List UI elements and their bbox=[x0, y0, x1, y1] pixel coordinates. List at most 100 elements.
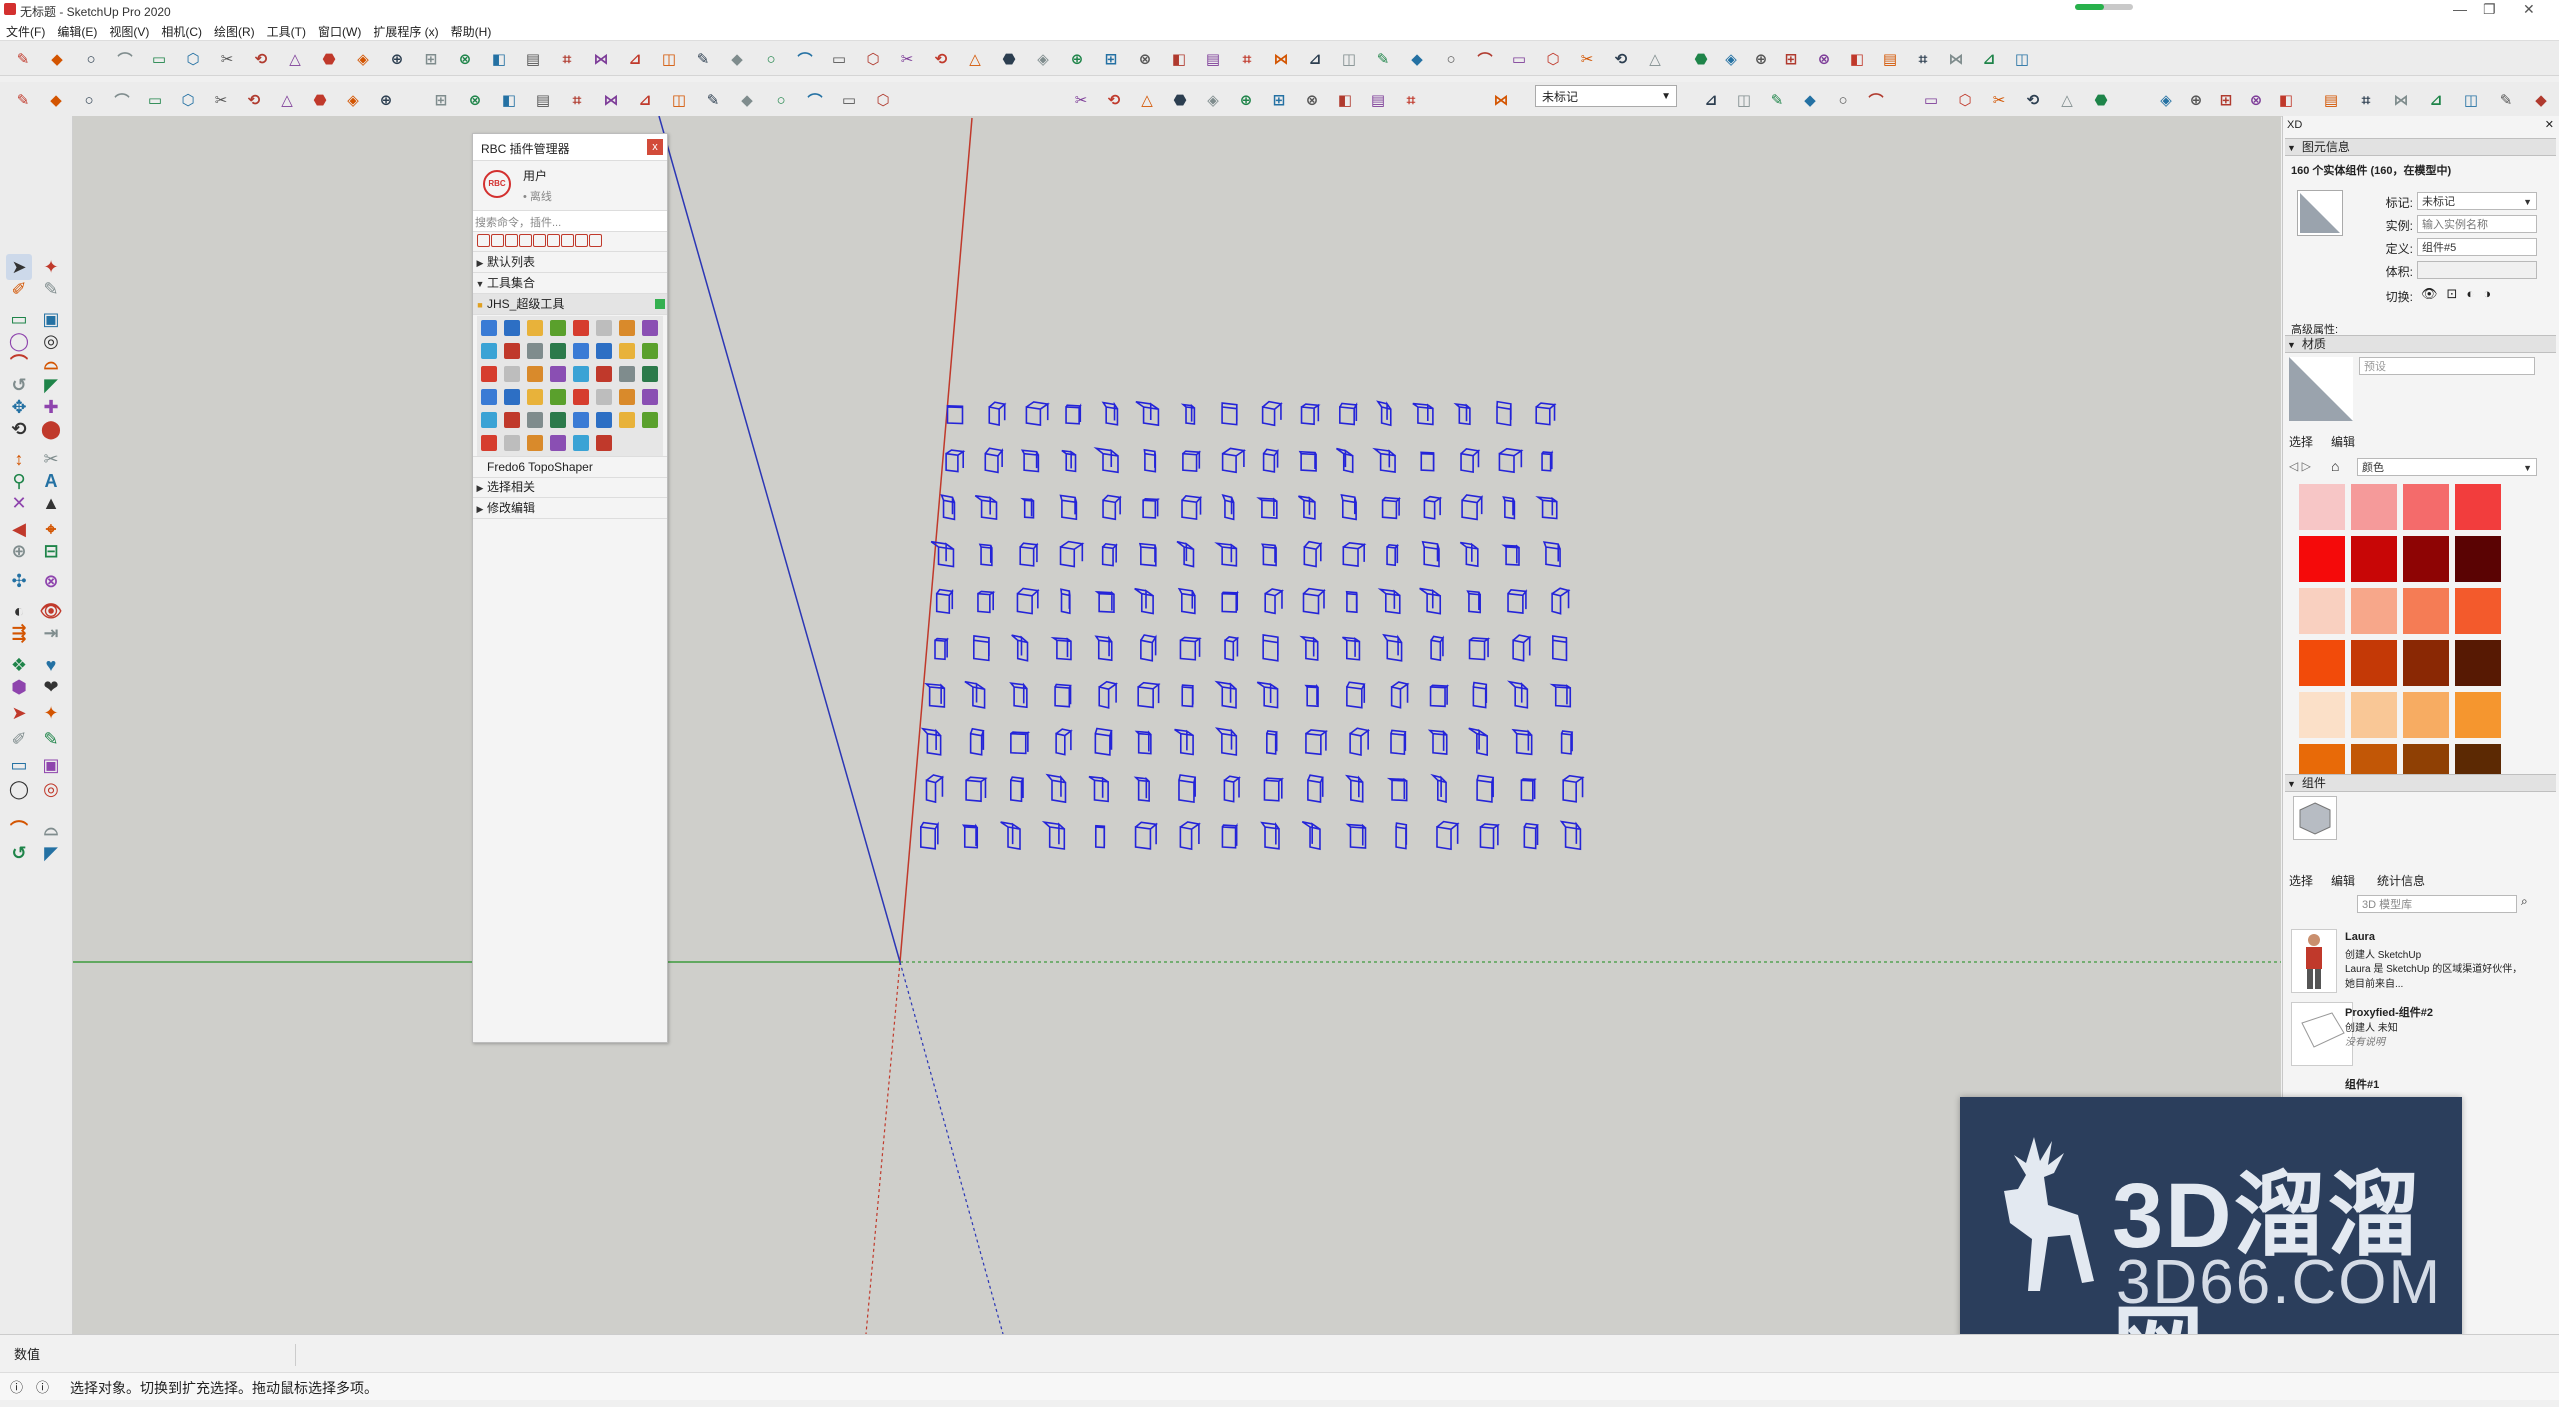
component-box[interactable] bbox=[1523, 822, 1539, 850]
component-box[interactable] bbox=[1138, 542, 1157, 567]
toolbar1-tool-icon[interactable]: ⌗ bbox=[1912, 48, 1934, 70]
component-search-input[interactable]: 3D 模型库 bbox=[2357, 895, 2517, 913]
toolbar2-tool-icon[interactable]: ⟲ bbox=[243, 89, 265, 111]
toolbar2-tool-icon[interactable]: ○ bbox=[78, 89, 100, 111]
toolbar2-tool-icon[interactable]: ◧ bbox=[1334, 89, 1356, 111]
toolbar2-tool-icon[interactable]: ⋈ bbox=[2390, 89, 2412, 111]
component-box[interactable] bbox=[1102, 494, 1122, 521]
instance-input[interactable]: 输入实例名称 bbox=[2417, 215, 2537, 233]
material-swatch[interactable] bbox=[2351, 536, 2397, 582]
component-box[interactable] bbox=[924, 682, 946, 708]
toolbar1-tool-icon[interactable]: ⬡ bbox=[1542, 48, 1564, 70]
toolbar1-tool-icon[interactable]: ⊿ bbox=[624, 48, 646, 70]
model-viewport[interactable] bbox=[73, 116, 2281, 1334]
component-name[interactable]: Proxyfied-组件#2 bbox=[2345, 1004, 2433, 1020]
toolbar1-tool-icon[interactable]: ▭ bbox=[1508, 48, 1530, 70]
component-box[interactable] bbox=[1496, 400, 1512, 427]
toolbar1-tool-icon[interactable]: ⬣ bbox=[998, 48, 1020, 70]
component-box[interactable] bbox=[1094, 727, 1113, 756]
component-box[interactable] bbox=[1345, 590, 1358, 614]
component-box[interactable] bbox=[1297, 495, 1316, 520]
left-tool-icon[interactable]: ⊗ bbox=[38, 568, 64, 594]
toolbar2-tool-icon[interactable]: ⊕ bbox=[1235, 89, 1257, 111]
definition-input[interactable]: 组件#5 bbox=[2417, 238, 2537, 256]
toolbar2-tool-icon[interactable]: ◈ bbox=[2155, 89, 2177, 111]
toolbar1-tool-icon[interactable]: ⊿ bbox=[1978, 48, 2000, 70]
component-box[interactable] bbox=[973, 635, 990, 662]
toolbar2-tool-icon[interactable]: ⊞ bbox=[1268, 89, 1290, 111]
toolbar2-tool-icon[interactable]: ⬣ bbox=[2090, 89, 2112, 111]
component-box[interactable] bbox=[1134, 730, 1152, 755]
component-box[interactable] bbox=[1560, 730, 1574, 755]
component-box[interactable] bbox=[1135, 400, 1160, 427]
component-box[interactable] bbox=[945, 449, 966, 473]
jhs-tool-icon[interactable] bbox=[481, 412, 497, 428]
jhs-tool-icon[interactable] bbox=[481, 389, 497, 405]
jhs-tool-icon[interactable] bbox=[619, 366, 635, 382]
toolbar1-tool-icon[interactable]: ⊕ bbox=[1750, 48, 1772, 70]
proxy-thumbnail[interactable] bbox=[2291, 1002, 2353, 1066]
toolbar1-tool-icon[interactable]: ⬣ bbox=[1690, 48, 1712, 70]
visibility-eye-icon[interactable]: 👁 bbox=[2421, 286, 2447, 301]
plugin-search-input[interactable]: 搜索命令，插件... bbox=[473, 210, 667, 232]
toolbar1-tool-icon[interactable]: ⌗ bbox=[556, 48, 578, 70]
material-swatch[interactable] bbox=[2299, 484, 2345, 530]
component-box[interactable] bbox=[1395, 822, 1408, 850]
component-box[interactable] bbox=[1535, 496, 1558, 520]
material-swatch[interactable] bbox=[2403, 484, 2449, 530]
toolbar2-tool-icon[interactable]: ✎ bbox=[702, 89, 724, 111]
toolbar1-tool-icon[interactable]: ✎ bbox=[1372, 48, 1394, 70]
jhs-tool-icon[interactable] bbox=[619, 389, 635, 405]
toolbar2-tool-icon[interactable]: ▤ bbox=[1367, 89, 1389, 111]
component-box[interactable] bbox=[1010, 731, 1031, 755]
toolbar2-tool-icon[interactable]: ⊕ bbox=[2185, 89, 2207, 111]
left-tool-icon[interactable]: ◤ bbox=[38, 840, 64, 866]
component-box[interactable] bbox=[1133, 776, 1150, 802]
component-box[interactable] bbox=[1303, 540, 1323, 568]
component-box[interactable] bbox=[1300, 403, 1321, 426]
component-box[interactable] bbox=[1349, 727, 1371, 757]
component-box[interactable] bbox=[1050, 636, 1072, 661]
toolbar1-tool-icon[interactable]: ◆ bbox=[726, 48, 748, 70]
plugin-quick-icon[interactable] bbox=[505, 234, 518, 247]
toolbar1-tool-icon[interactable]: △ bbox=[1644, 48, 1666, 70]
toolbar1-tool-icon[interactable]: ◫ bbox=[2011, 48, 2033, 70]
toolbar1-tool-icon[interactable]: ✂ bbox=[216, 48, 238, 70]
material-swatch[interactable] bbox=[2403, 536, 2449, 582]
component-box[interactable] bbox=[1372, 447, 1396, 473]
component-box[interactable] bbox=[1307, 774, 1324, 803]
jhs-tool-icon[interactable] bbox=[573, 320, 589, 336]
toolbar1-tool-icon[interactable]: ◈ bbox=[352, 48, 374, 70]
toolbar2-tool-icon[interactable]: ⬡ bbox=[177, 89, 199, 111]
home-icon[interactable]: ⌂ bbox=[2331, 458, 2339, 474]
material-swatch[interactable] bbox=[2351, 588, 2397, 634]
left-tool-icon[interactable]: ⟲ bbox=[6, 416, 32, 442]
jhs-tool-icon[interactable] bbox=[527, 320, 543, 336]
left-tool-icon[interactable]: ➤ bbox=[6, 700, 32, 726]
toolbar2-tool-icon[interactable]: ⬡ bbox=[1954, 89, 1976, 111]
component-box[interactable] bbox=[1266, 730, 1278, 755]
minimize-button[interactable]: — bbox=[2453, 1, 2467, 17]
jhs-tool-icon[interactable] bbox=[573, 366, 589, 382]
toolbar2-tool-icon[interactable]: ⋈ bbox=[600, 89, 622, 111]
material-swatch[interactable] bbox=[2351, 640, 2397, 686]
component-box[interactable] bbox=[1223, 775, 1241, 803]
toolbar2-tool-icon[interactable]: ⌒ bbox=[804, 89, 826, 111]
plugin-close-button[interactable]: x bbox=[647, 139, 663, 155]
component-box[interactable] bbox=[1142, 497, 1161, 519]
help-icon[interactable]: ⓘ bbox=[36, 1377, 49, 1396]
material-library-dropdown[interactable]: 颜色 ▼ bbox=[2357, 458, 2537, 476]
component-box[interactable] bbox=[1342, 542, 1367, 567]
component-box[interactable] bbox=[965, 776, 988, 803]
component-box[interactable] bbox=[1174, 728, 1194, 756]
jhs-tool-icon[interactable] bbox=[504, 389, 520, 405]
component-box[interactable] bbox=[977, 590, 996, 614]
component-box[interactable] bbox=[1559, 820, 1582, 851]
material-swatch[interactable] bbox=[2455, 588, 2501, 634]
component-box[interactable] bbox=[1177, 587, 1196, 615]
toolbar2-tool-icon[interactable]: ⊗ bbox=[2245, 89, 2267, 111]
left-tool-icon[interactable]: ▣ bbox=[38, 752, 64, 778]
plugin-quick-icon[interactable] bbox=[533, 234, 546, 247]
plugin-row-selection[interactable]: ▶ 选择相关 bbox=[473, 477, 667, 498]
component-box[interactable] bbox=[1094, 591, 1115, 613]
